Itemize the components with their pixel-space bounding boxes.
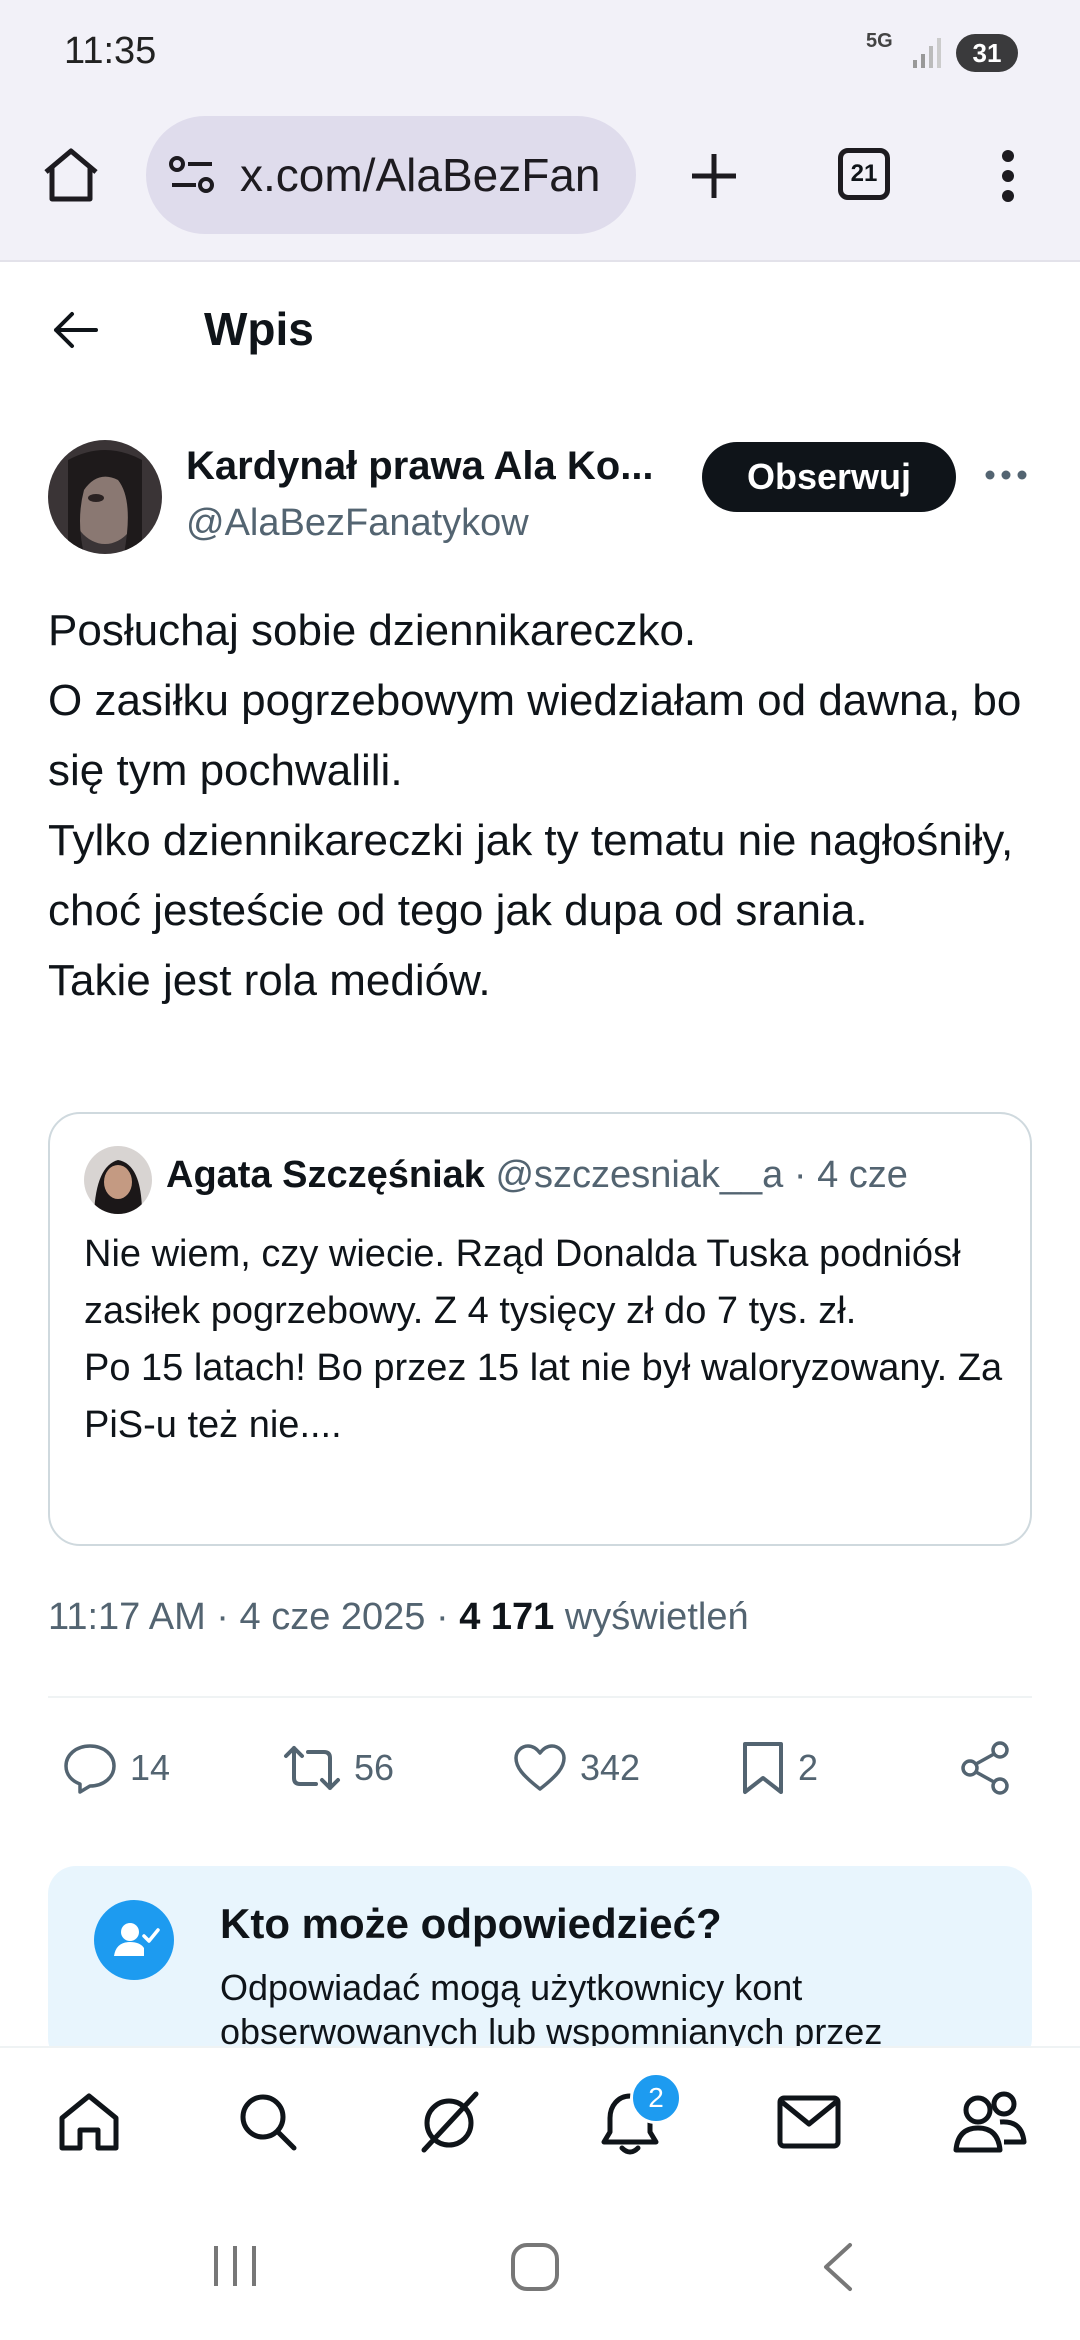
more-options-icon[interactable] (984, 468, 1028, 482)
recent-apps-icon[interactable] (210, 2244, 260, 2288)
post-text: Posłuchaj sobie dziennikareczko. O zasił… (48, 606, 1022, 1005)
tabs-button[interactable]: 21 (838, 148, 890, 200)
author-avatar[interactable] (48, 440, 162, 554)
battery-indicator: 31 (956, 34, 1018, 72)
home-icon[interactable] (40, 146, 102, 204)
more-vert-icon[interactable] (998, 148, 1018, 204)
share-button[interactable] (958, 1738, 1012, 1798)
post-timestamp: 11:17 AM · 4 cze 2025 · (48, 1596, 460, 1638)
messages-icon[interactable] (776, 2094, 842, 2150)
new-tab-icon[interactable] (688, 150, 740, 202)
divider (48, 1696, 1032, 1698)
search-icon[interactable] (236, 2090, 300, 2154)
bookmark-icon (740, 1740, 786, 1796)
repost-count: 56 (354, 1747, 395, 1788)
system-back-icon[interactable] (820, 2242, 854, 2292)
views-label: wyświetleń (554, 1596, 749, 1638)
reply-restriction-title: Kto może odpowiedzieć? (220, 1900, 722, 1947)
like-button[interactable]: 342 (512, 1738, 640, 1798)
views-count: 4 171 (459, 1596, 555, 1638)
bottom-nav (0, 2046, 1080, 2198)
network-type: 5G (866, 30, 893, 52)
quote-avatar (84, 1146, 152, 1214)
communities-icon[interactable] (952, 2088, 1028, 2156)
quote-author-name: Agata Szczęśniak (166, 1154, 485, 1196)
page-title: Wpis (204, 303, 314, 355)
quote-header: Agata Szczęśniak @szczesniak__a · 4 cze (166, 1154, 908, 1197)
signal-icon (912, 36, 942, 70)
share-icon (958, 1740, 1012, 1796)
reply-icon (62, 1742, 118, 1794)
reply-restriction-text: Odpowiadać mogą użytkownicy kont obserwo… (220, 1967, 883, 2052)
author-name[interactable]: Kardynał prawa Ala Ko... (186, 444, 654, 489)
network-indicator: 5G (866, 30, 893, 52)
reply-count: 14 (130, 1747, 171, 1788)
grok-icon[interactable] (414, 2086, 484, 2156)
quote-text: Nie wiem, czy wiecie. Rząd Donalda Tuska… (84, 1233, 1003, 1446)
post-meta: 11:17 AM · 4 cze 2025 · 4 171 wyświetleń (48, 1596, 749, 1639)
site-settings-icon[interactable] (168, 154, 216, 196)
url-text[interactable]: x.com/AlaBezFan (240, 148, 600, 202)
like-count: 342 (580, 1747, 641, 1788)
system-home-icon[interactable] (510, 2242, 560, 2292)
notifications-badge: 2 (630, 2072, 682, 2124)
bookmark-button[interactable]: 2 (740, 1738, 818, 1798)
repost-button[interactable]: 56 (282, 1738, 394, 1798)
author-handle[interactable]: @AlaBezFanatykow (186, 502, 529, 545)
repost-icon (282, 1742, 342, 1794)
follow-button[interactable]: Obserwuj (702, 442, 956, 512)
heart-icon (512, 1743, 568, 1793)
status-time: 11:35 (64, 30, 157, 72)
bookmark-count: 2 (798, 1747, 819, 1788)
back-arrow-icon[interactable] (52, 310, 98, 350)
home-icon[interactable] (56, 2090, 122, 2152)
user-check-icon (94, 1900, 174, 1980)
reply-button[interactable]: 14 (62, 1738, 170, 1798)
quote-handle-time: @szczesniak__a · 4 cze (495, 1154, 908, 1196)
